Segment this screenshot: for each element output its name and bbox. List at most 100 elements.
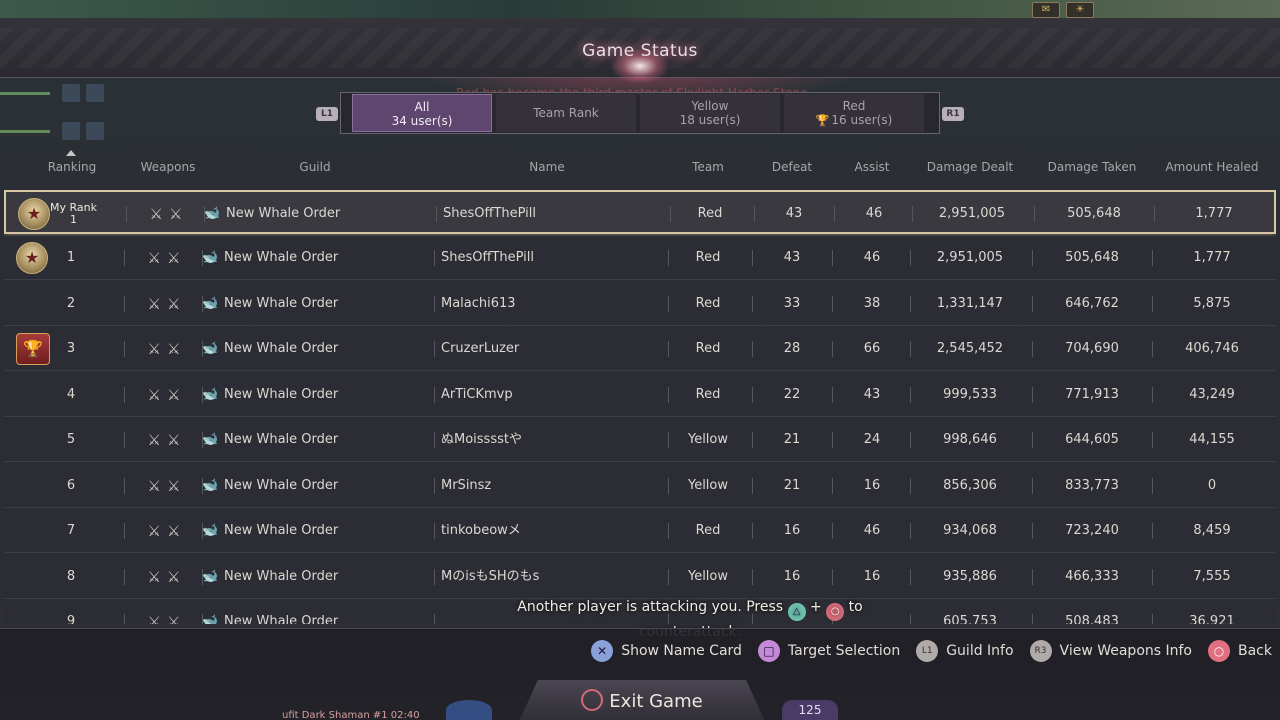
column-divider — [1152, 296, 1153, 312]
defeat-cell: 43 — [785, 206, 803, 221]
triangle-button-icon: △ — [787, 603, 806, 621]
tab-yellow[interactable]: Yellow 18 user(s) — [640, 94, 780, 132]
column-divider — [910, 250, 911, 266]
player-name: ShesOffThePill — [441, 250, 535, 265]
weapons-icon[interactable]: ⚔⚔ — [132, 509, 202, 553]
whale-icon: 🐋 — [204, 206, 221, 221]
col-damage-dealt[interactable]: Damage Dealt — [910, 160, 1030, 174]
col-assist[interactable]: Assist — [832, 160, 912, 174]
tab-team-rank[interactable]: Team Rank — [496, 94, 636, 132]
table-row[interactable]: 7 ⚔⚔ 🐋 New Whale Order tinkobeowメ Red 16 46 934,… — [4, 509, 1276, 553]
column-divider — [752, 523, 753, 539]
col-defeat[interactable]: Defeat — [752, 160, 832, 174]
l1-button-icon[interactable]: L1 — [310, 100, 344, 126]
table-row[interactable]: 5 ⚔⚔ 🐋 New Whale Order ぬMoisssstや Yellow 21 24 9… — [4, 418, 1276, 462]
column-divider — [754, 206, 755, 222]
player-name: CruzerLuzer — [441, 341, 520, 356]
exit-game-button[interactable]: Exit Game — [530, 688, 754, 718]
tab-label: Yellow — [691, 99, 729, 113]
amount-healed-cell: 0 — [1207, 478, 1217, 493]
col-ranking[interactable]: Ranking — [30, 160, 114, 174]
page-title: Game Status — [582, 41, 698, 61]
defeat-cell: 16 — [783, 569, 801, 584]
hud-icon — [62, 84, 80, 102]
my-rank-label: My Rank 1 — [50, 201, 97, 226]
guild-cell: 🐋 New Whale Order — [202, 236, 352, 280]
player-name: Malachi613 — [441, 296, 516, 311]
damage-taken-cell: 646,762 — [1065, 296, 1119, 311]
team-cell: Yellow — [687, 569, 729, 584]
hud-icon — [62, 122, 80, 140]
weapons-icon[interactable]: ⚔⚔ — [132, 555, 202, 599]
tab-red[interactable]: Red 🏆 16 user(s) — [784, 94, 924, 132]
column-divider — [124, 478, 125, 494]
my-rank-row[interactable]: ★ My Rank 1 ⚔⚔ 🐋 New Whale Order ShesOffTh… — [4, 190, 1276, 234]
table-row[interactable]: ★ 1 ⚔⚔ 🐋 New Whale Order ShesOffThePill Red 43 4… — [4, 236, 1276, 280]
damage-taken-cell: 771,913 — [1065, 387, 1119, 402]
damage-taken-cell: 704,690 — [1065, 341, 1119, 356]
col-amount-healed[interactable]: Amount Healed — [1152, 160, 1272, 174]
hud-icon — [86, 84, 104, 102]
column-divider — [910, 341, 911, 357]
player-name: ぬMoisssstや — [441, 432, 522, 447]
column-divider — [1032, 387, 1033, 403]
guild-cell: 🐋 New Whale Order — [202, 555, 352, 599]
tab-label: All — [414, 100, 430, 114]
weapons-icon[interactable]: ⚔⚔ — [132, 600, 202, 624]
column-divider — [434, 569, 435, 585]
weapons-icon[interactable]: ⚔⚔ — [132, 418, 202, 462]
whale-icon: 🐋 — [202, 432, 219, 447]
whale-icon: 🐋 — [202, 296, 219, 311]
table-row[interactable]: 🏆 3 ⚔⚔ 🐋 New Whale Order CruzerLuzer Red 28 66 2,… — [4, 327, 1276, 371]
table-row[interactable]: 8 ⚔⚔ 🐋 New Whale Order MのisもSHのもs Yellow 16 16 9… — [4, 555, 1276, 599]
rank-cell: 5 — [66, 432, 76, 447]
target-selection-hint[interactable]: □ Target Selection — [757, 640, 900, 662]
guild-cell: 🐋 New Whale Order — [202, 327, 352, 371]
assist-cell: 16 — [863, 569, 881, 584]
defeat-cell: 22 — [783, 387, 801, 402]
col-name[interactable]: Name — [500, 160, 594, 174]
show-name-card-hint[interactable]: ✕ Show Name Card — [591, 640, 742, 662]
back-hint[interactable]: ○ Back — [1208, 640, 1272, 662]
table-row[interactable]: 4 ⚔⚔ 🐋 New Whale Order ArTiCKmvp Red 22 43 999,5… — [4, 373, 1276, 417]
column-divider — [434, 296, 435, 312]
view-weapons-info-hint[interactable]: R3 View Weapons Info — [1029, 640, 1192, 662]
mail-icon[interactable]: ✉ — [1032, 2, 1060, 18]
assist-cell: 46 — [863, 250, 881, 265]
column-divider — [832, 523, 833, 539]
weapons-icon[interactable]: ⚔⚔ — [132, 464, 202, 508]
column-divider — [1032, 250, 1033, 266]
guild-info-hint[interactable]: L1 Guild Info — [916, 640, 1014, 662]
hud-bar — [0, 130, 50, 133]
defeat-cell: 16 — [783, 523, 801, 538]
medal-icon: ★ — [18, 198, 50, 230]
column-divider — [202, 387, 203, 403]
column-divider — [124, 296, 125, 312]
trophy-icon: 🏆 — [815, 114, 830, 127]
col-guild[interactable]: Guild — [270, 160, 360, 174]
team-cell: Yellow — [687, 432, 729, 447]
damage-dealt-cell: 934,068 — [943, 523, 997, 538]
col-weapons[interactable]: Weapons — [128, 160, 208, 174]
weapons-icon[interactable]: ⚔⚔ — [132, 236, 202, 280]
table-row[interactable]: 6 ⚔⚔ 🐋 New Whale Order MrSinsz Yellow 21 16 856,… — [4, 464, 1276, 508]
tab-label: Team Rank — [533, 106, 599, 120]
weapons-icon[interactable]: ⚔⚔ — [132, 373, 202, 417]
tab-all[interactable]: All 34 user(s) — [352, 94, 492, 132]
table-row[interactable]: 2 ⚔⚔ 🐋 New Whale Order Malachi613 Red 33 38 1,33… — [4, 282, 1276, 326]
damage-taken-cell: 508,483 — [1065, 614, 1119, 624]
column-divider — [1152, 523, 1153, 539]
weapons-icon[interactable]: ⚔⚔ — [132, 282, 202, 326]
r1-button-icon[interactable]: R1 — [936, 100, 970, 126]
weapons-icon[interactable]: ⚔⚔ — [134, 192, 204, 236]
button-hints: ✕ Show Name Card □ Target Selection L1 Guil… — [591, 640, 1272, 662]
sun-icon[interactable]: ☀ — [1066, 2, 1094, 18]
col-damage-taken[interactable]: Damage Taken — [1032, 160, 1152, 174]
tab-label: Red — [842, 99, 866, 113]
weapons-icon[interactable]: ⚔⚔ — [132, 327, 202, 371]
damage-dealt-cell: 999,533 — [943, 387, 997, 402]
hud-icon — [86, 122, 104, 140]
column-divider — [1152, 387, 1153, 403]
l1-button-icon: L1 — [916, 640, 939, 662]
col-team[interactable]: Team — [668, 160, 748, 174]
